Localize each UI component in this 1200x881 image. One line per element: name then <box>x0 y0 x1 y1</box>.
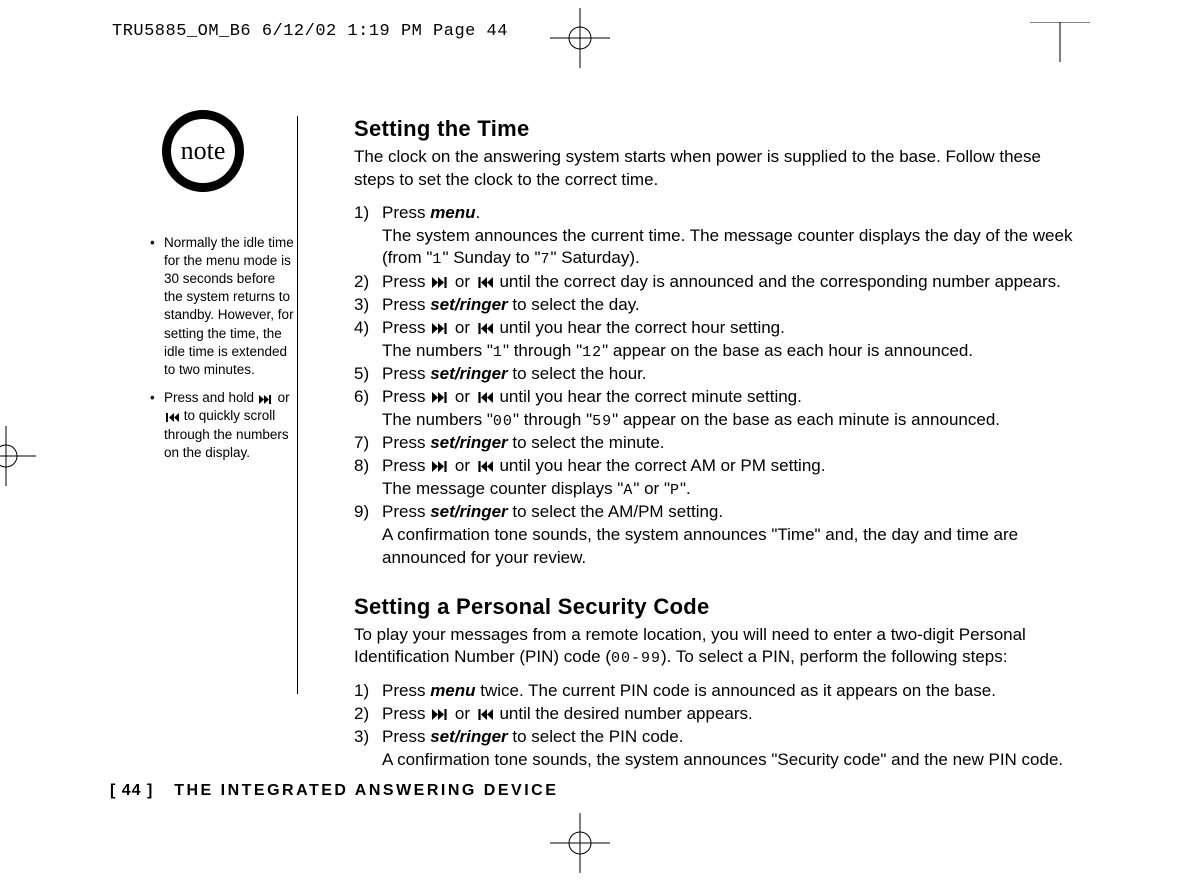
segment-value: 1 <box>493 344 503 361</box>
step-item: 4)Press or until you hear the correct ho… <box>354 317 1074 363</box>
section-intro-pin: To play your messages from a remote loca… <box>354 624 1074 670</box>
step-item: 3)Press set/ringer to select the PIN cod… <box>354 726 1074 772</box>
step-number: 1) <box>354 202 369 225</box>
note-icon: note <box>162 110 252 200</box>
step-number: 2) <box>354 271 369 294</box>
fast-forward-icon <box>430 276 450 289</box>
fast-forward-icon <box>430 391 450 404</box>
step-number: 6) <box>354 386 369 409</box>
step-item: 8)Press or until you hear the correct AM… <box>354 455 1074 501</box>
fast-forward-icon <box>258 394 274 405</box>
rewind-icon <box>164 412 180 423</box>
step-number: 3) <box>354 726 369 749</box>
step-number: 4) <box>354 317 369 340</box>
segment-value: A <box>623 482 633 499</box>
step-number: 7) <box>354 432 369 455</box>
crop-mark-right <box>1030 22 1090 62</box>
page-number: [ 44 ] <box>110 782 153 799</box>
step-item: 2)Press or until the desired number appe… <box>354 703 1074 726</box>
step-item: 1)Press menu twice. The current PIN code… <box>354 680 1074 703</box>
step-item: 1)Press menu.The system announces the cu… <box>354 202 1074 271</box>
step-number: 8) <box>354 455 369 478</box>
side-notes: Normally the idle time for the menu mode… <box>110 234 295 473</box>
segment-value: 1 <box>432 251 442 268</box>
command-label: menu <box>430 203 475 222</box>
vertical-divider <box>297 116 298 694</box>
command-label: set/ringer <box>430 295 507 314</box>
side-note-2: Press and hold or to quickly scroll thro… <box>150 389 295 462</box>
note-icon-label: note <box>181 136 226 166</box>
rewind-icon <box>475 708 495 721</box>
footer-title: THE INTEGRATED ANSWERING DEVICE <box>174 782 558 799</box>
command-label: set/ringer <box>430 502 507 521</box>
step-item: 2)Press or until the correct day is anno… <box>354 271 1074 294</box>
segment-value: 59 <box>592 413 612 430</box>
crop-mark-left <box>0 426 36 486</box>
step-number: 9) <box>354 501 369 524</box>
rewind-icon <box>475 322 495 335</box>
command-label: set/ringer <box>430 727 507 746</box>
command-label: set/ringer <box>430 433 507 452</box>
step-number: 2) <box>354 703 369 726</box>
step-number: 3) <box>354 294 369 317</box>
crop-mark-top <box>550 8 610 68</box>
segment-value: P <box>670 482 680 499</box>
rewind-icon <box>475 460 495 473</box>
command-label: menu <box>430 681 475 700</box>
step-item: 6)Press or until you hear the correct mi… <box>354 386 1074 432</box>
steps-list-time: 1)Press menu.The system announces the cu… <box>354 202 1074 570</box>
steps-list-pin: 1)Press menu twice. The current PIN code… <box>354 680 1074 772</box>
segment-value: 12 <box>582 344 602 361</box>
step-item: 3)Press set/ringer to select the day. <box>354 294 1074 317</box>
step-number: 1) <box>354 680 369 703</box>
rewind-icon <box>475 391 495 404</box>
step-item: 7)Press set/ringer to select the minute. <box>354 432 1074 455</box>
step-item: 9)Press set/ringer to select the AM/PM s… <box>354 501 1074 570</box>
page-footer: [ 44 ] THE INTEGRATED ANSWERING DEVICE <box>110 782 558 800</box>
section-heading-pin: Setting a Personal Security Code <box>354 592 1074 622</box>
fast-forward-icon <box>430 322 450 335</box>
section-heading-time: Setting the Time <box>354 114 1074 144</box>
side-note-1: Normally the idle time for the menu mode… <box>150 234 295 380</box>
segment-value: 00 <box>493 413 513 430</box>
fast-forward-icon <box>430 460 450 473</box>
crop-mark-bottom <box>550 813 610 873</box>
segment-value: 7 <box>541 251 551 268</box>
page-content: note Normally the idle time for the menu… <box>110 110 1090 800</box>
step-number: 5) <box>354 363 369 386</box>
command-label: set/ringer <box>430 364 507 383</box>
step-item: 5)Press set/ringer to select the hour. <box>354 363 1074 386</box>
main-column: Setting the Time The clock on the answer… <box>354 114 1074 771</box>
section-intro-time: The clock on the answering system starts… <box>354 146 1074 192</box>
print-job-header: TRU5885_OM_B6 6/12/02 1:19 PM Page 44 <box>112 22 508 41</box>
fast-forward-icon <box>430 708 450 721</box>
rewind-icon <box>475 276 495 289</box>
